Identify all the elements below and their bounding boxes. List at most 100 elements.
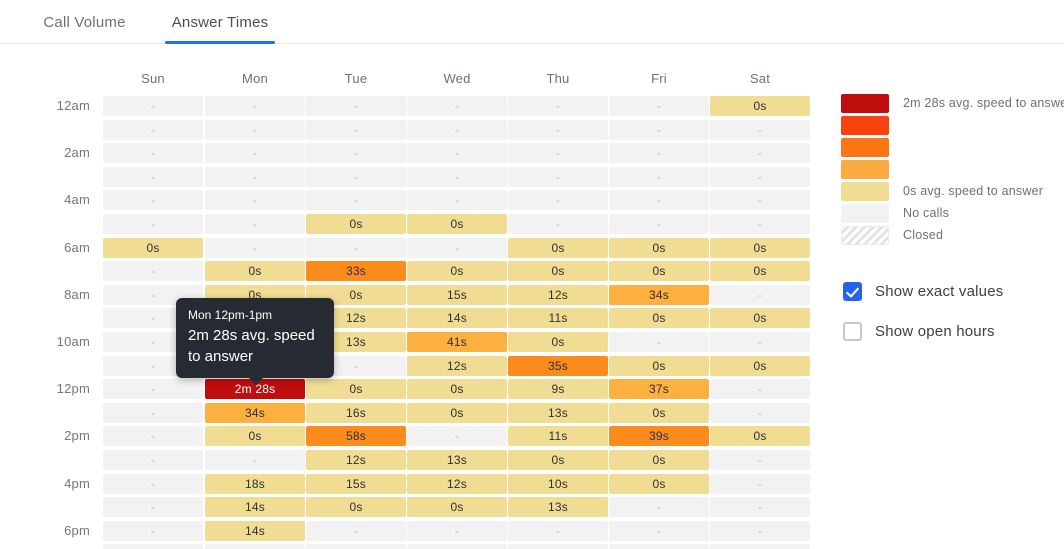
heatmap-cell[interactable]: 35s — [508, 355, 608, 376]
heatmap-cell[interactable]: - — [103, 473, 203, 494]
heatmap-cell[interactable]: 41s — [407, 332, 507, 352]
heatmap-cell[interactable]: - — [205, 450, 305, 470]
heatmap-cell[interactable]: - — [710, 544, 810, 549]
heatmap-cell[interactable]: - — [609, 190, 709, 211]
heatmap-cell[interactable]: - — [103, 355, 203, 376]
heatmap-cell[interactable]: - — [710, 166, 810, 187]
heatmap-cell[interactable]: - — [508, 520, 608, 541]
checkbox-show-open-hours[interactable] — [843, 322, 862, 341]
heatmap-cell[interactable]: - — [710, 473, 810, 494]
heatmap-cell[interactable]: 0s — [710, 308, 810, 329]
heatmap-cell[interactable]: 11s — [508, 426, 608, 447]
heatmap-cell[interactable]: 15s — [306, 473, 406, 494]
heatmap-cell[interactable]: 13s — [407, 450, 507, 470]
heatmap-cell[interactable]: 0s — [609, 237, 709, 258]
heatmap-cell[interactable]: 0s — [710, 426, 810, 447]
option-row-show-exact-values[interactable]: Show exact values — [841, 278, 1056, 318]
heatmap-cell[interactable]: 9s — [508, 379, 608, 400]
heatmap-cell[interactable]: - — [103, 214, 203, 234]
heatmap-cell[interactable]: 0s — [609, 261, 709, 282]
heatmap-cell[interactable]: - — [710, 402, 810, 423]
heatmap-cell[interactable]: 0s — [609, 450, 709, 470]
heatmap-cell[interactable]: - — [205, 143, 305, 164]
heatmap-cell[interactable]: 0s — [407, 497, 507, 518]
heatmap-cell[interactable]: - — [205, 166, 305, 187]
heatmap-cell[interactable]: - — [205, 214, 305, 234]
heatmap-cell[interactable]: 0s — [205, 355, 305, 376]
heatmap-cell[interactable]: - — [205, 119, 305, 140]
heatmap-cell[interactable]: 14s — [407, 308, 507, 329]
checkbox-label-show-open-hours[interactable]: Show open hours — [875, 318, 995, 345]
heatmap-cell[interactable]: - — [306, 520, 406, 541]
heatmap-cell[interactable]: - — [508, 96, 608, 116]
heatmap-cell[interactable]: - — [710, 450, 810, 470]
heatmap-cell[interactable]: - — [103, 119, 203, 140]
heatmap-cell[interactable]: - — [609, 520, 709, 541]
heatmap-cell[interactable]: 0s — [710, 261, 810, 282]
heatmap-cell[interactable]: - — [508, 214, 608, 234]
heatmap-cell[interactable]: - — [103, 450, 203, 470]
heatmap-cell[interactable]: - — [306, 96, 406, 116]
heatmap-cell[interactable]: 0s — [508, 332, 608, 352]
heatmap-cell[interactable]: 37s — [609, 379, 709, 400]
heatmap-cell[interactable]: 0s — [710, 355, 810, 376]
heatmap-cell[interactable]: - — [306, 237, 406, 258]
heatmap-cell[interactable]: 12s — [306, 450, 406, 470]
heatmap-cell[interactable]: - — [205, 190, 305, 211]
heatmap-cell[interactable]: 16s — [306, 402, 406, 423]
heatmap-cell[interactable]: - — [609, 497, 709, 518]
option-row-show-open-hours[interactable]: Show open hours — [841, 318, 1056, 358]
heatmap-cell[interactable]: 10s — [508, 473, 608, 494]
heatmap-cell[interactable]: 0s — [205, 426, 305, 447]
heatmap-cell[interactable]: - — [103, 166, 203, 187]
heatmap-cell[interactable]: 12s — [407, 355, 507, 376]
heatmap-cell[interactable]: - — [609, 332, 709, 352]
heatmap-cell[interactable]: - — [710, 497, 810, 518]
heatmap-cell[interactable]: 0s — [407, 214, 507, 234]
heatmap-cell[interactable]: - — [710, 190, 810, 211]
tab-call-volume[interactable]: Call Volume — [28, 0, 141, 44]
heatmap-cell[interactable]: - — [710, 332, 810, 352]
heatmap-cell[interactable]: - — [609, 96, 709, 116]
heatmap-cell[interactable]: 33s — [306, 261, 406, 282]
heatmap-cell[interactable]: - — [103, 308, 203, 329]
heatmap-cell[interactable]: 14s — [205, 497, 305, 518]
heatmap-cell[interactable]: 2m 28s — [205, 379, 305, 400]
heatmap-cell[interactable]: - — [103, 379, 203, 400]
heatmap-cell[interactable]: 0s — [407, 379, 507, 400]
heatmap-cell[interactable]: - — [609, 166, 709, 187]
heatmap-cell[interactable]: 39s — [609, 426, 709, 447]
heatmap-cell[interactable]: - — [103, 261, 203, 282]
heatmap-cell[interactable]: - — [103, 497, 203, 518]
heatmap-cell[interactable]: - — [103, 332, 203, 352]
heatmap-cell[interactable]: - — [407, 96, 507, 116]
heatmap-cell[interactable]: 0s — [609, 355, 709, 376]
heatmap-cell[interactable]: - — [609, 544, 709, 549]
heatmap-cell[interactable]: - — [407, 544, 507, 549]
heatmap-cell[interactable]: 12s — [407, 473, 507, 494]
checkbox-label-show-exact-values[interactable]: Show exact values — [875, 278, 1003, 305]
heatmap-cell[interactable]: - — [205, 544, 305, 549]
heatmap-cell[interactable]: 0s — [508, 450, 608, 470]
heatmap-cell[interactable]: - — [508, 190, 608, 211]
heatmap-cell[interactable]: 0s — [205, 261, 305, 282]
heatmap-cell[interactable]: 0s — [710, 237, 810, 258]
heatmap-cell[interactable]: 12s — [508, 284, 608, 305]
heatmap-cell[interactable]: - — [710, 143, 810, 164]
heatmap-cell[interactable]: - — [103, 96, 203, 116]
heatmap-cell[interactable]: 14s — [205, 520, 305, 541]
heatmap-cell[interactable]: - — [306, 119, 406, 140]
heatmap-cell[interactable]: - — [306, 190, 406, 211]
checkbox-show-exact-values[interactable] — [843, 282, 862, 301]
heatmap-cell[interactable]: 34s — [205, 402, 305, 423]
heatmap-cell[interactable]: - — [508, 143, 608, 164]
heatmap-cell[interactable]: 0s — [407, 402, 507, 423]
heatmap-cell[interactable]: - — [306, 143, 406, 164]
tab-answer-times[interactable]: Answer Times — [165, 0, 275, 44]
heatmap-cell[interactable]: 0s — [103, 237, 203, 258]
heatmap-cell[interactable]: - — [710, 214, 810, 234]
heatmap-cell[interactable]: - — [508, 119, 608, 140]
heatmap-cell[interactable]: 12s — [306, 308, 406, 329]
heatmap-cell[interactable]: - — [710, 379, 810, 400]
heatmap-cell[interactable]: - — [103, 143, 203, 164]
